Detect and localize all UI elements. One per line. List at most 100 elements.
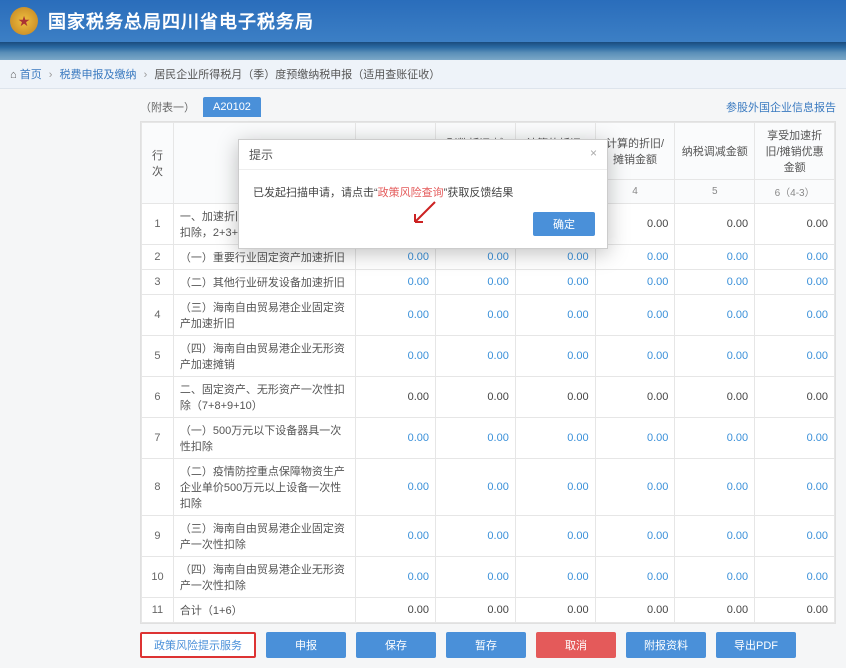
table-row: 11合计（1+6）0.000.000.000.000.000.00 [142,598,835,623]
dialog-body: 已发起扫描申请，请点击“政策风险查询”获取反馈结果 [239,170,607,204]
th-row-index: 行次 [142,123,174,204]
row-project: （三）海南自由贸易港企业固定资产加速折旧 [173,295,355,336]
breadcrumb-l2: 居民企业所得税月（季）度预缴纳税申报（适用查账征收） [154,69,440,81]
row-index: 8 [142,459,174,516]
th-sub-6: 6（4-3） [755,180,835,204]
cell-value[interactable]: 0.00 [436,418,516,459]
cell-value[interactable]: 0.00 [595,516,675,557]
row-index: 11 [142,598,174,623]
cell-value[interactable]: 0.00 [595,295,675,336]
breadcrumb-l1[interactable]: 税费申报及缴纳 [60,69,137,81]
cell-value[interactable]: 0.00 [515,418,595,459]
row-index: 1 [142,204,174,245]
policy-risk-button[interactable]: 政策风险提示服务 [140,632,256,658]
export-pdf-button[interactable]: 导出PDF [716,632,796,658]
cell-value[interactable]: 0.00 [595,270,675,295]
app-title: 国家税务总局四川省电子税务局 [48,8,314,34]
th-col-5: 纳税调减金额 [675,123,755,180]
cell-value[interactable]: 0.00 [515,336,595,377]
cell-value[interactable]: 0.00 [356,516,436,557]
dialog-ok-button[interactable]: 确定 [533,212,595,236]
breadcrumb-home[interactable]: 首页 [20,69,42,81]
row-index: 3 [142,270,174,295]
breadcrumb: ⌂ 首页 › 税费申报及缴纳 › 居民企业所得税月（季）度预缴纳税申报（适用查账… [0,60,846,89]
cell-value: 0.00 [675,377,755,418]
cell-value[interactable]: 0.00 [356,557,436,598]
row-index: 7 [142,418,174,459]
cell-value: 0.00 [755,598,835,623]
cell-value: 0.00 [515,598,595,623]
cell-value[interactable]: 0.00 [595,336,675,377]
row-index: 5 [142,336,174,377]
cell-value[interactable]: 0.00 [436,336,516,377]
cell-value: 0.00 [675,204,755,245]
cell-value[interactable]: 0.00 [356,295,436,336]
cell-value[interactable]: 0.00 [755,418,835,459]
submit-button[interactable]: 申报 [266,632,346,658]
cell-value[interactable]: 0.00 [755,336,835,377]
table-row: 3（二）其他行业研发设备加速折旧0.000.000.000.000.000.00 [142,270,835,295]
cell-value[interactable]: 0.00 [675,516,755,557]
table-row: 6二、固定资产、无形资产一次性扣除（7+8+9+10）0.000.000.000… [142,377,835,418]
attach-button[interactable]: 附报资料 [626,632,706,658]
dialog-highlight-link[interactable]: 政策风险查询 [378,187,444,199]
cell-value[interactable]: 0.00 [675,295,755,336]
row-index: 9 [142,516,174,557]
cell-value[interactable]: 0.00 [755,557,835,598]
cell-value[interactable]: 0.00 [356,418,436,459]
cell-value[interactable]: 0.00 [436,516,516,557]
cell-value[interactable]: 0.00 [755,295,835,336]
row-index: 10 [142,557,174,598]
cell-value[interactable]: 0.00 [515,270,595,295]
arrow-icon [409,200,439,230]
cancel-button[interactable]: 取消 [536,632,616,658]
cell-value[interactable]: 0.00 [356,270,436,295]
emblem-icon: ★ [10,7,38,35]
cell-value[interactable]: 0.00 [436,557,516,598]
cell-value[interactable]: 0.00 [595,557,675,598]
cell-value[interactable]: 0.00 [436,295,516,336]
action-bar: 政策风险提示服务 申报 保存 暂存 取消 附报资料 导出PDF [0,624,846,668]
cell-value[interactable]: 0.00 [675,459,755,516]
dialog-text-before: 已发起扫描申请，请点击“ [253,187,378,199]
cell-value: 0.00 [356,598,436,623]
cell-value[interactable]: 0.00 [436,270,516,295]
row-index: 2 [142,245,174,270]
cell-value[interactable]: 0.00 [675,336,755,377]
cell-value: 0.00 [755,377,835,418]
cell-value: 0.00 [675,598,755,623]
cell-value[interactable]: 0.00 [755,245,835,270]
tabs-row: （附表一） A20102 参股外国企业信息报告 [0,97,846,117]
save-button[interactable]: 保存 [356,632,436,658]
cell-value: 0.00 [515,377,595,418]
row-project: 合计（1+6） [173,598,355,623]
row-project: （四）海南自由贸易港企业无形资产加速摊销 [173,336,355,377]
table-row: 10（四）海南自由贸易港企业无形资产一次性扣除0.000.000.000.000… [142,557,835,598]
table-row: 8（二）疫情防控重点保障物资生产企业单价500万元以上设备一次性扣除0.000.… [142,459,835,516]
cell-value[interactable]: 0.00 [675,557,755,598]
tempstore-button[interactable]: 暂存 [446,632,526,658]
cell-value[interactable]: 0.00 [515,557,595,598]
cell-value[interactable]: 0.00 [755,459,835,516]
cell-value[interactable]: 0.00 [356,459,436,516]
cell-value: 0.00 [755,204,835,245]
tab-note-right[interactable]: 参股外国企业信息报告 [726,99,836,115]
cell-value[interactable]: 0.00 [755,270,835,295]
cell-value[interactable]: 0.00 [675,245,755,270]
cell-value[interactable]: 0.00 [515,459,595,516]
cell-value[interactable]: 0.00 [595,459,675,516]
cell-value[interactable]: 0.00 [675,418,755,459]
cell-value[interactable]: 0.00 [436,459,516,516]
row-project: （四）海南自由贸易港企业无形资产一次性扣除 [173,557,355,598]
cell-value[interactable]: 0.00 [515,516,595,557]
cell-value[interactable]: 0.00 [356,336,436,377]
cell-value[interactable]: 0.00 [515,295,595,336]
tab-active[interactable]: A20102 [203,97,261,117]
cell-value[interactable]: 0.00 [755,516,835,557]
cell-value[interactable]: 0.00 [675,270,755,295]
table-row: 4（三）海南自由贸易港企业固定资产加速折旧0.000.000.000.000.0… [142,295,835,336]
cell-value[interactable]: 0.00 [595,418,675,459]
row-project: 二、固定资产、无形资产一次性扣除（7+8+9+10） [173,377,355,418]
home-icon: ⌂ [10,69,17,81]
close-icon[interactable]: × [590,146,597,163]
